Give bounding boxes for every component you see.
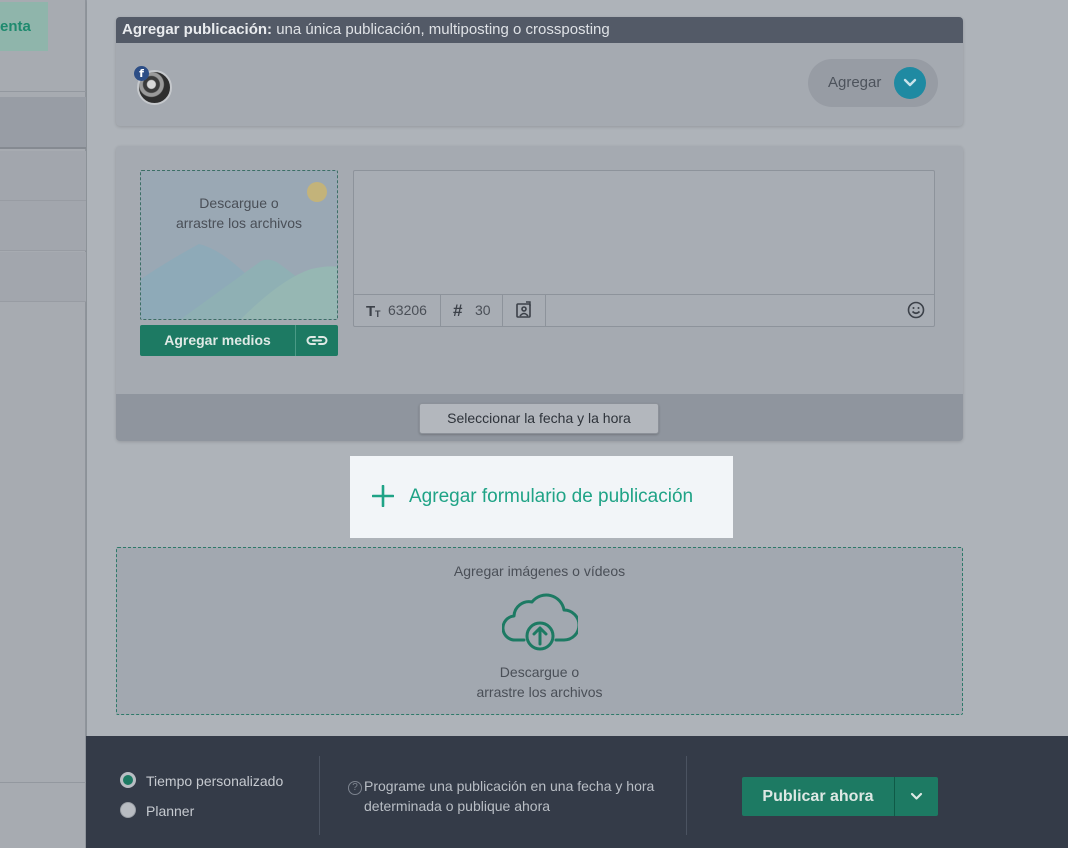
add-post-form-button[interactable]: Agregar formulario de publicación [350, 456, 733, 538]
radio-planner-label[interactable]: Planner [146, 803, 194, 819]
hashtag-counter: # 30 [441, 295, 503, 326]
chevron-down-icon[interactable] [895, 777, 938, 816]
dropzone-title: Agregar imágenes o vídeos [453, 563, 626, 579]
sun-illustration-icon [307, 182, 327, 202]
date-bar: Seleccionar la fecha y la hora [116, 394, 963, 441]
dropzone-instructions-line2: arrastre los archivos [476, 684, 603, 700]
sidebar: enta [0, 0, 86, 848]
help-text: Programe una publicación en una fecha y … [364, 776, 654, 816]
select-date-time-button[interactable]: Seleccionar la fecha y la hora [419, 403, 659, 434]
publish-now-button[interactable]: Publicar ahora [742, 777, 938, 816]
char-count-value: 63206 [388, 302, 427, 318]
sidebar-divider [0, 91, 86, 92]
svg-text:T: T [366, 303, 375, 320]
hashtag-count-value: 30 [475, 302, 491, 318]
link-icon[interactable] [296, 325, 338, 356]
text-toolbar: TT 63206 # 30 [354, 294, 934, 326]
sidebar-item[interactable] [0, 201, 86, 251]
footer-divider [319, 756, 320, 835]
dropzone-text-line2: arrastre los archivos [175, 215, 303, 231]
post-form-card: Descargue o arrastre los archivos Agrega… [116, 146, 963, 441]
footer-divider [686, 756, 687, 835]
sidebar-account-button[interactable]: enta [0, 2, 48, 51]
publish-footer: Tiempo personalizado Planner ? Programe … [86, 736, 1068, 848]
plus-icon [372, 485, 394, 507]
dropzone-text: Descargue o arrastre los archivos [141, 193, 337, 233]
help-text-line1: Programe una publicación en una fecha y … [364, 778, 655, 794]
add-media-label: Agregar medios [164, 332, 271, 348]
svg-text:T: T [375, 309, 381, 319]
dropzone-instructions-line1: Descargue o [499, 664, 580, 680]
add-account-label: Agregar [828, 74, 882, 91]
sidebar-item[interactable] [0, 252, 86, 302]
publish-now-label: Publicar ahora [762, 788, 874, 805]
sidebar-item[interactable] [0, 151, 86, 201]
emoji-icon[interactable] [906, 300, 926, 320]
images-videos-dropzone[interactable]: Agregar imágenes o vídeos Descargue o ar… [116, 547, 963, 715]
add-account-dropdown[interactable]: Agregar [808, 59, 938, 107]
header-title-rest: una única publicación, multiposting o cr… [272, 21, 610, 38]
radio-custom-time[interactable] [120, 772, 136, 788]
chevron-down-icon[interactable] [894, 67, 926, 99]
image-person-icon [515, 295, 533, 337]
image-tag-button[interactable] [503, 295, 546, 326]
help-icon: ? [348, 781, 362, 795]
cloud-upload-icon [502, 593, 578, 651]
header-title-bold: Agregar publicación: [122, 21, 273, 38]
text-size-icon: TT [366, 295, 384, 337]
add-post-form-label: Agregar formulario de publicación [409, 486, 694, 507]
dropzone-instructions: Descargue o arrastre los archivos [117, 662, 962, 702]
radio-custom-time-label[interactable]: Tiempo personalizado [146, 773, 283, 789]
mountains-illustration-icon [141, 244, 337, 319]
post-text-input[interactable]: TT 63206 # 30 [353, 170, 935, 327]
char-counter: TT 63206 [354, 295, 441, 326]
add-publication-card: Agregar publicación: una única publicaci… [116, 17, 963, 126]
sidebar-divider [0, 782, 86, 783]
media-upload-dropzone[interactable]: Descargue o arrastre los archivos [140, 170, 338, 320]
hashtag-icon: # [453, 301, 463, 320]
facebook-icon: f [134, 66, 149, 81]
add-media-button[interactable]: Agregar medios [140, 325, 338, 356]
sidebar-item-active[interactable] [0, 97, 86, 149]
help-text-line2: determinada o publique ahora [364, 798, 551, 814]
add-publication-header: Agregar publicación: una única publicaci… [116, 17, 963, 43]
radio-planner[interactable] [120, 802, 136, 818]
